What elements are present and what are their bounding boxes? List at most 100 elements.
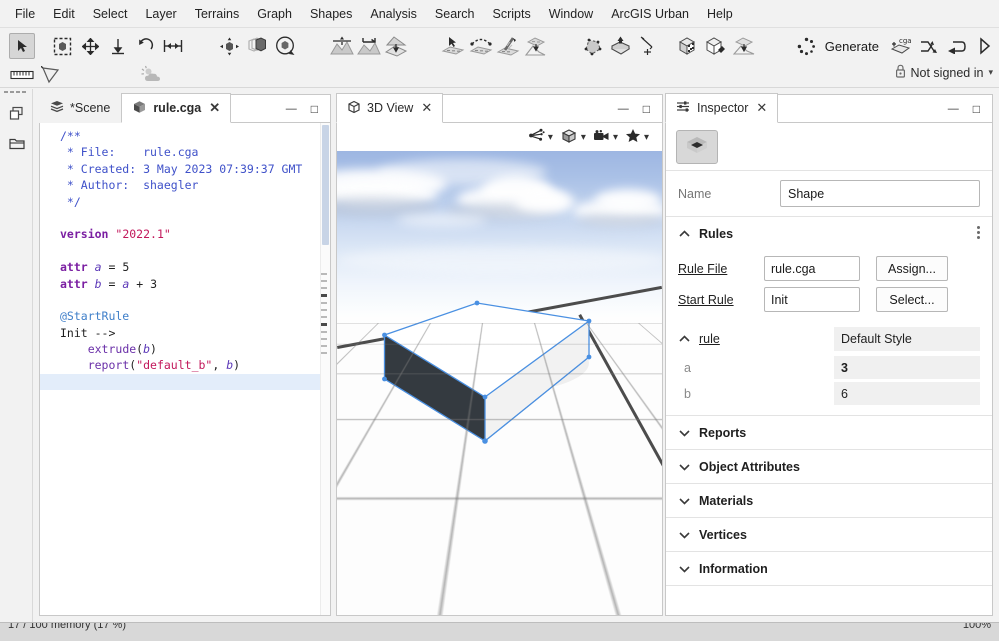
sign-in-status[interactable]: Not signed in ▾ xyxy=(895,64,994,81)
code-line-13[interactable]: extrude(b) xyxy=(40,341,320,357)
rule-file-label[interactable]: Rule File xyxy=(678,262,756,276)
shuffle-icon[interactable] xyxy=(916,33,942,59)
texture-cube-icon[interactable] xyxy=(676,33,701,59)
maximize-button[interactable]: □ xyxy=(643,102,650,116)
section-header-materials[interactable]: Materials xyxy=(666,484,992,518)
rule-attr-group-header[interactable]: rule Default Style xyxy=(666,323,992,355)
sidebar-item-scene-layers[interactable] xyxy=(3,101,30,128)
view-layers-dropdown[interactable]: ▾ xyxy=(528,128,558,146)
editor-vertical-scrollbar[interactable] xyxy=(320,123,330,615)
rotate-shape-icon[interactable] xyxy=(272,33,297,59)
material-cube-icon[interactable] xyxy=(703,33,728,59)
shape-name-input[interactable]: Shape xyxy=(780,180,980,207)
cga-rule-icon[interactable]: cga xyxy=(888,33,914,59)
section-header-vertices[interactable]: Vertices xyxy=(666,518,992,552)
drag-grip[interactable] xyxy=(4,91,26,93)
display-mode-dropdown[interactable]: ▾ xyxy=(560,128,591,147)
scrollbar-thumb[interactable] xyxy=(322,125,329,245)
chevron-down-icon[interactable]: ▾ xyxy=(988,67,993,78)
cone-icon[interactable] xyxy=(37,62,63,88)
tab-inspector[interactable]: Inspector ✕ xyxy=(665,93,778,123)
rule-attr-group-value[interactable]: Default Style xyxy=(834,327,980,351)
code-line-2[interactable]: * Created: 3 May 2023 07:39:37 GMT xyxy=(40,161,320,177)
bounding-box-icon[interactable] xyxy=(50,33,75,59)
menu-item-help[interactable]: Help xyxy=(698,3,742,25)
minimize-button[interactable]: — xyxy=(948,103,959,115)
menu-item-select[interactable]: Select xyxy=(84,3,137,25)
code-line-12[interactable]: Init --> xyxy=(40,325,320,341)
extrude-icon[interactable] xyxy=(607,33,632,59)
code-line-9[interactable]: attr b = a + 3 xyxy=(40,276,320,292)
chevron-down-icon[interactable]: ▾ xyxy=(644,132,649,143)
editor-body[interactable]: /** * File: rule.cga * Created: 3 May 20… xyxy=(39,123,331,616)
maximize-button[interactable]: □ xyxy=(311,102,318,116)
polygon-shape-icon[interactable] xyxy=(580,33,605,59)
code-line-6[interactable]: version "2022.1" xyxy=(40,226,320,242)
assign-button[interactable]: Assign... xyxy=(876,256,948,281)
tab-3d-view[interactable]: 3D View ✕ xyxy=(336,93,443,123)
next-arrow-icon[interactable] xyxy=(972,33,998,59)
section-header-reports[interactable]: Reports xyxy=(666,416,992,450)
code-line-4[interactable]: */ xyxy=(40,194,320,210)
street-curve-icon[interactable] xyxy=(468,33,493,59)
menu-item-graph[interactable]: Graph xyxy=(248,3,301,25)
rotate-icon[interactable] xyxy=(133,33,158,59)
close-icon[interactable]: ✕ xyxy=(756,100,767,116)
bookmarks-dropdown[interactable]: ▾ xyxy=(625,128,654,146)
duplicate-shape-icon[interactable] xyxy=(244,33,269,59)
push-down-icon[interactable] xyxy=(105,33,130,59)
code-line-15[interactable] xyxy=(40,374,320,390)
section-header-object-attributes[interactable]: Object Attributes xyxy=(666,450,992,484)
chevron-up-icon[interactable] xyxy=(678,335,691,343)
menu-item-search[interactable]: Search xyxy=(426,3,484,25)
selected-shape-geometry[interactable] xyxy=(337,151,662,541)
scale-icon[interactable] xyxy=(160,33,185,59)
chevron-down-icon[interactable]: ▾ xyxy=(581,132,586,143)
attribute-value-a[interactable]: 3 xyxy=(834,356,980,379)
more-options-icon[interactable] xyxy=(977,226,980,239)
3d-viewport[interactable] xyxy=(337,151,662,615)
chevron-down-icon[interactable] xyxy=(678,565,691,573)
section-header-rules[interactable]: Rules xyxy=(666,217,992,251)
attribute-value-b[interactable]: 6 xyxy=(834,382,980,405)
menu-item-arcgis-urban[interactable]: ArcGIS Urban xyxy=(602,3,698,25)
select-arrow-icon[interactable] xyxy=(9,33,35,59)
sidebar-item-navigator[interactable] xyxy=(3,131,30,158)
tab-scene[interactable]: *Scene xyxy=(39,93,121,123)
maximize-button[interactable]: □ xyxy=(973,102,980,116)
translate-shape-icon[interactable] xyxy=(217,33,242,59)
sun-cloud-icon[interactable] xyxy=(139,62,165,88)
start-rule-input[interactable]: Init xyxy=(764,287,860,312)
menu-item-window[interactable]: Window xyxy=(540,3,602,25)
rule-attr-group-label[interactable]: rule xyxy=(699,332,720,346)
start-rule-label[interactable]: Start Rule xyxy=(678,293,756,307)
loading-dots-icon[interactable] xyxy=(794,33,820,59)
code-line-1[interactable]: * File: rule.cga xyxy=(40,144,320,160)
menu-item-terrains[interactable]: Terrains xyxy=(186,3,248,25)
chevron-down-icon[interactable]: ▾ xyxy=(548,132,553,143)
terrain-align-icon[interactable] xyxy=(384,33,409,59)
generate-button[interactable]: Generate xyxy=(821,39,887,54)
menu-item-scripts[interactable]: Scripts xyxy=(484,3,540,25)
align-terrain-icon[interactable] xyxy=(731,33,756,59)
ruler-icon[interactable] xyxy=(9,62,35,88)
code-line-11[interactable]: @StartRule xyxy=(40,308,320,324)
menu-item-edit[interactable]: Edit xyxy=(44,3,84,25)
move-icon[interactable] xyxy=(78,33,103,59)
chevron-down-icon[interactable] xyxy=(678,531,691,539)
code-line-8[interactable]: attr a = 5 xyxy=(40,259,320,275)
street-select-icon[interactable] xyxy=(441,33,466,59)
code-line-7[interactable] xyxy=(40,243,320,259)
menu-item-shapes[interactable]: Shapes xyxy=(301,3,361,25)
menu-item-file[interactable]: File xyxy=(6,3,44,25)
code-line-0[interactable]: /** xyxy=(40,128,320,144)
terrain-flatten-icon[interactable] xyxy=(356,33,381,59)
street-edit-icon[interactable] xyxy=(496,33,521,59)
chevron-down-icon[interactable] xyxy=(678,497,691,505)
select-button[interactable]: Select... xyxy=(876,287,948,312)
undo-arrow-icon[interactable] xyxy=(944,33,970,59)
measure-polyline-icon[interactable] xyxy=(635,33,660,59)
tab-rule-cga[interactable]: rule.cga ✕ xyxy=(121,93,231,123)
rule-file-input[interactable]: rule.cga xyxy=(764,256,860,281)
minimize-button[interactable]: — xyxy=(286,103,297,115)
